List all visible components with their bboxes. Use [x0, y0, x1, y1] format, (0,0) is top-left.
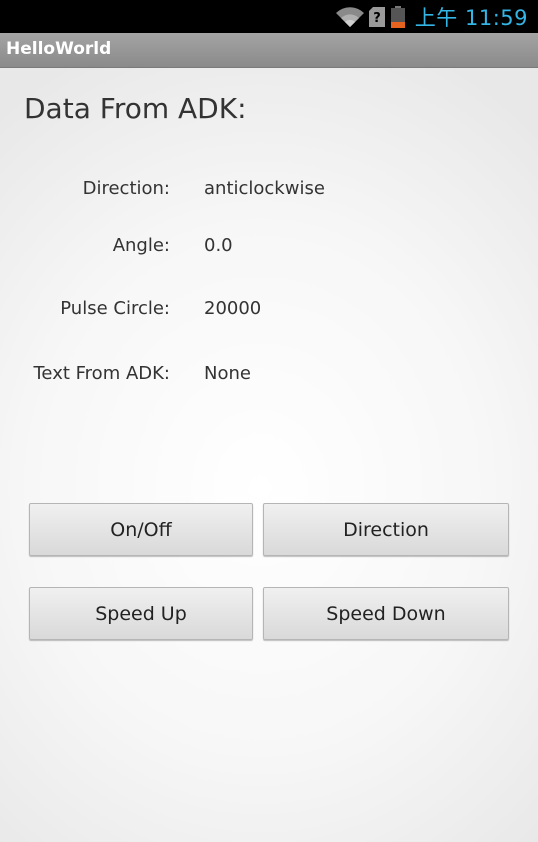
action-bar: HelloWorld	[0, 33, 538, 68]
on-off-button[interactable]: On/Off	[29, 503, 253, 556]
app-title: HelloWorld	[6, 39, 112, 59]
page-title: Data From ADK:	[24, 92, 247, 125]
text-from-adk-label: Text From ADK:	[33, 363, 171, 384]
battery-low-icon	[390, 5, 405, 28]
direction-button[interactable]: Direction	[263, 503, 509, 556]
svg-text:?: ?	[373, 11, 381, 26]
status-icons: ? 上午 11:59	[335, 0, 528, 33]
direction-value: anticlockwise	[204, 178, 325, 199]
sim-unknown-icon: ?	[368, 6, 385, 27]
angle-value: 0.0	[204, 235, 233, 256]
speed-up-button[interactable]: Speed Up	[29, 587, 253, 640]
direction-label: Direction:	[82, 178, 170, 199]
pulse-circle-label: Pulse Circle:	[60, 298, 170, 319]
text-from-adk-value: None	[204, 363, 251, 384]
angle-label: Angle:	[112, 235, 170, 256]
status-time: 上午 11:59	[414, 5, 528, 30]
status-bar: ? 上午 11:59	[0, 0, 538, 33]
pulse-circle-value: 20000	[204, 298, 262, 319]
wifi-icon	[335, 6, 364, 27]
main-content: Data From ADK: Direction: anticlockwise …	[0, 68, 538, 842]
speed-down-button[interactable]: Speed Down	[263, 587, 509, 640]
